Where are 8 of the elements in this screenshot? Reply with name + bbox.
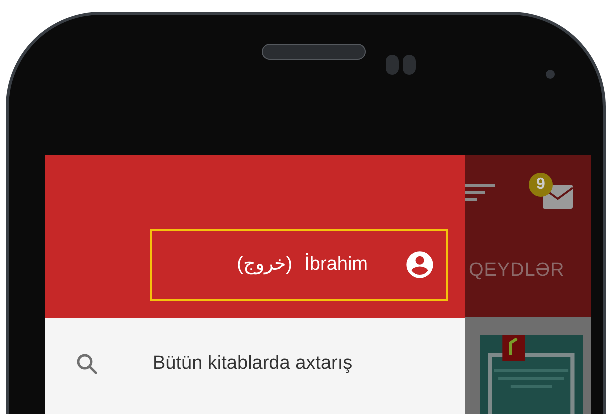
search-icon (75, 352, 99, 376)
logout-link[interactable]: (خروج) (236, 250, 293, 280)
menu-item[interactable]: Bütün kitablarda axtarış (45, 318, 465, 410)
account-icon (404, 249, 436, 281)
menu-icon[interactable] (465, 182, 497, 204)
camera-icon (386, 55, 416, 75)
notification-badge: 9 (529, 173, 553, 197)
user-name: İbrahim (304, 252, 368, 277)
